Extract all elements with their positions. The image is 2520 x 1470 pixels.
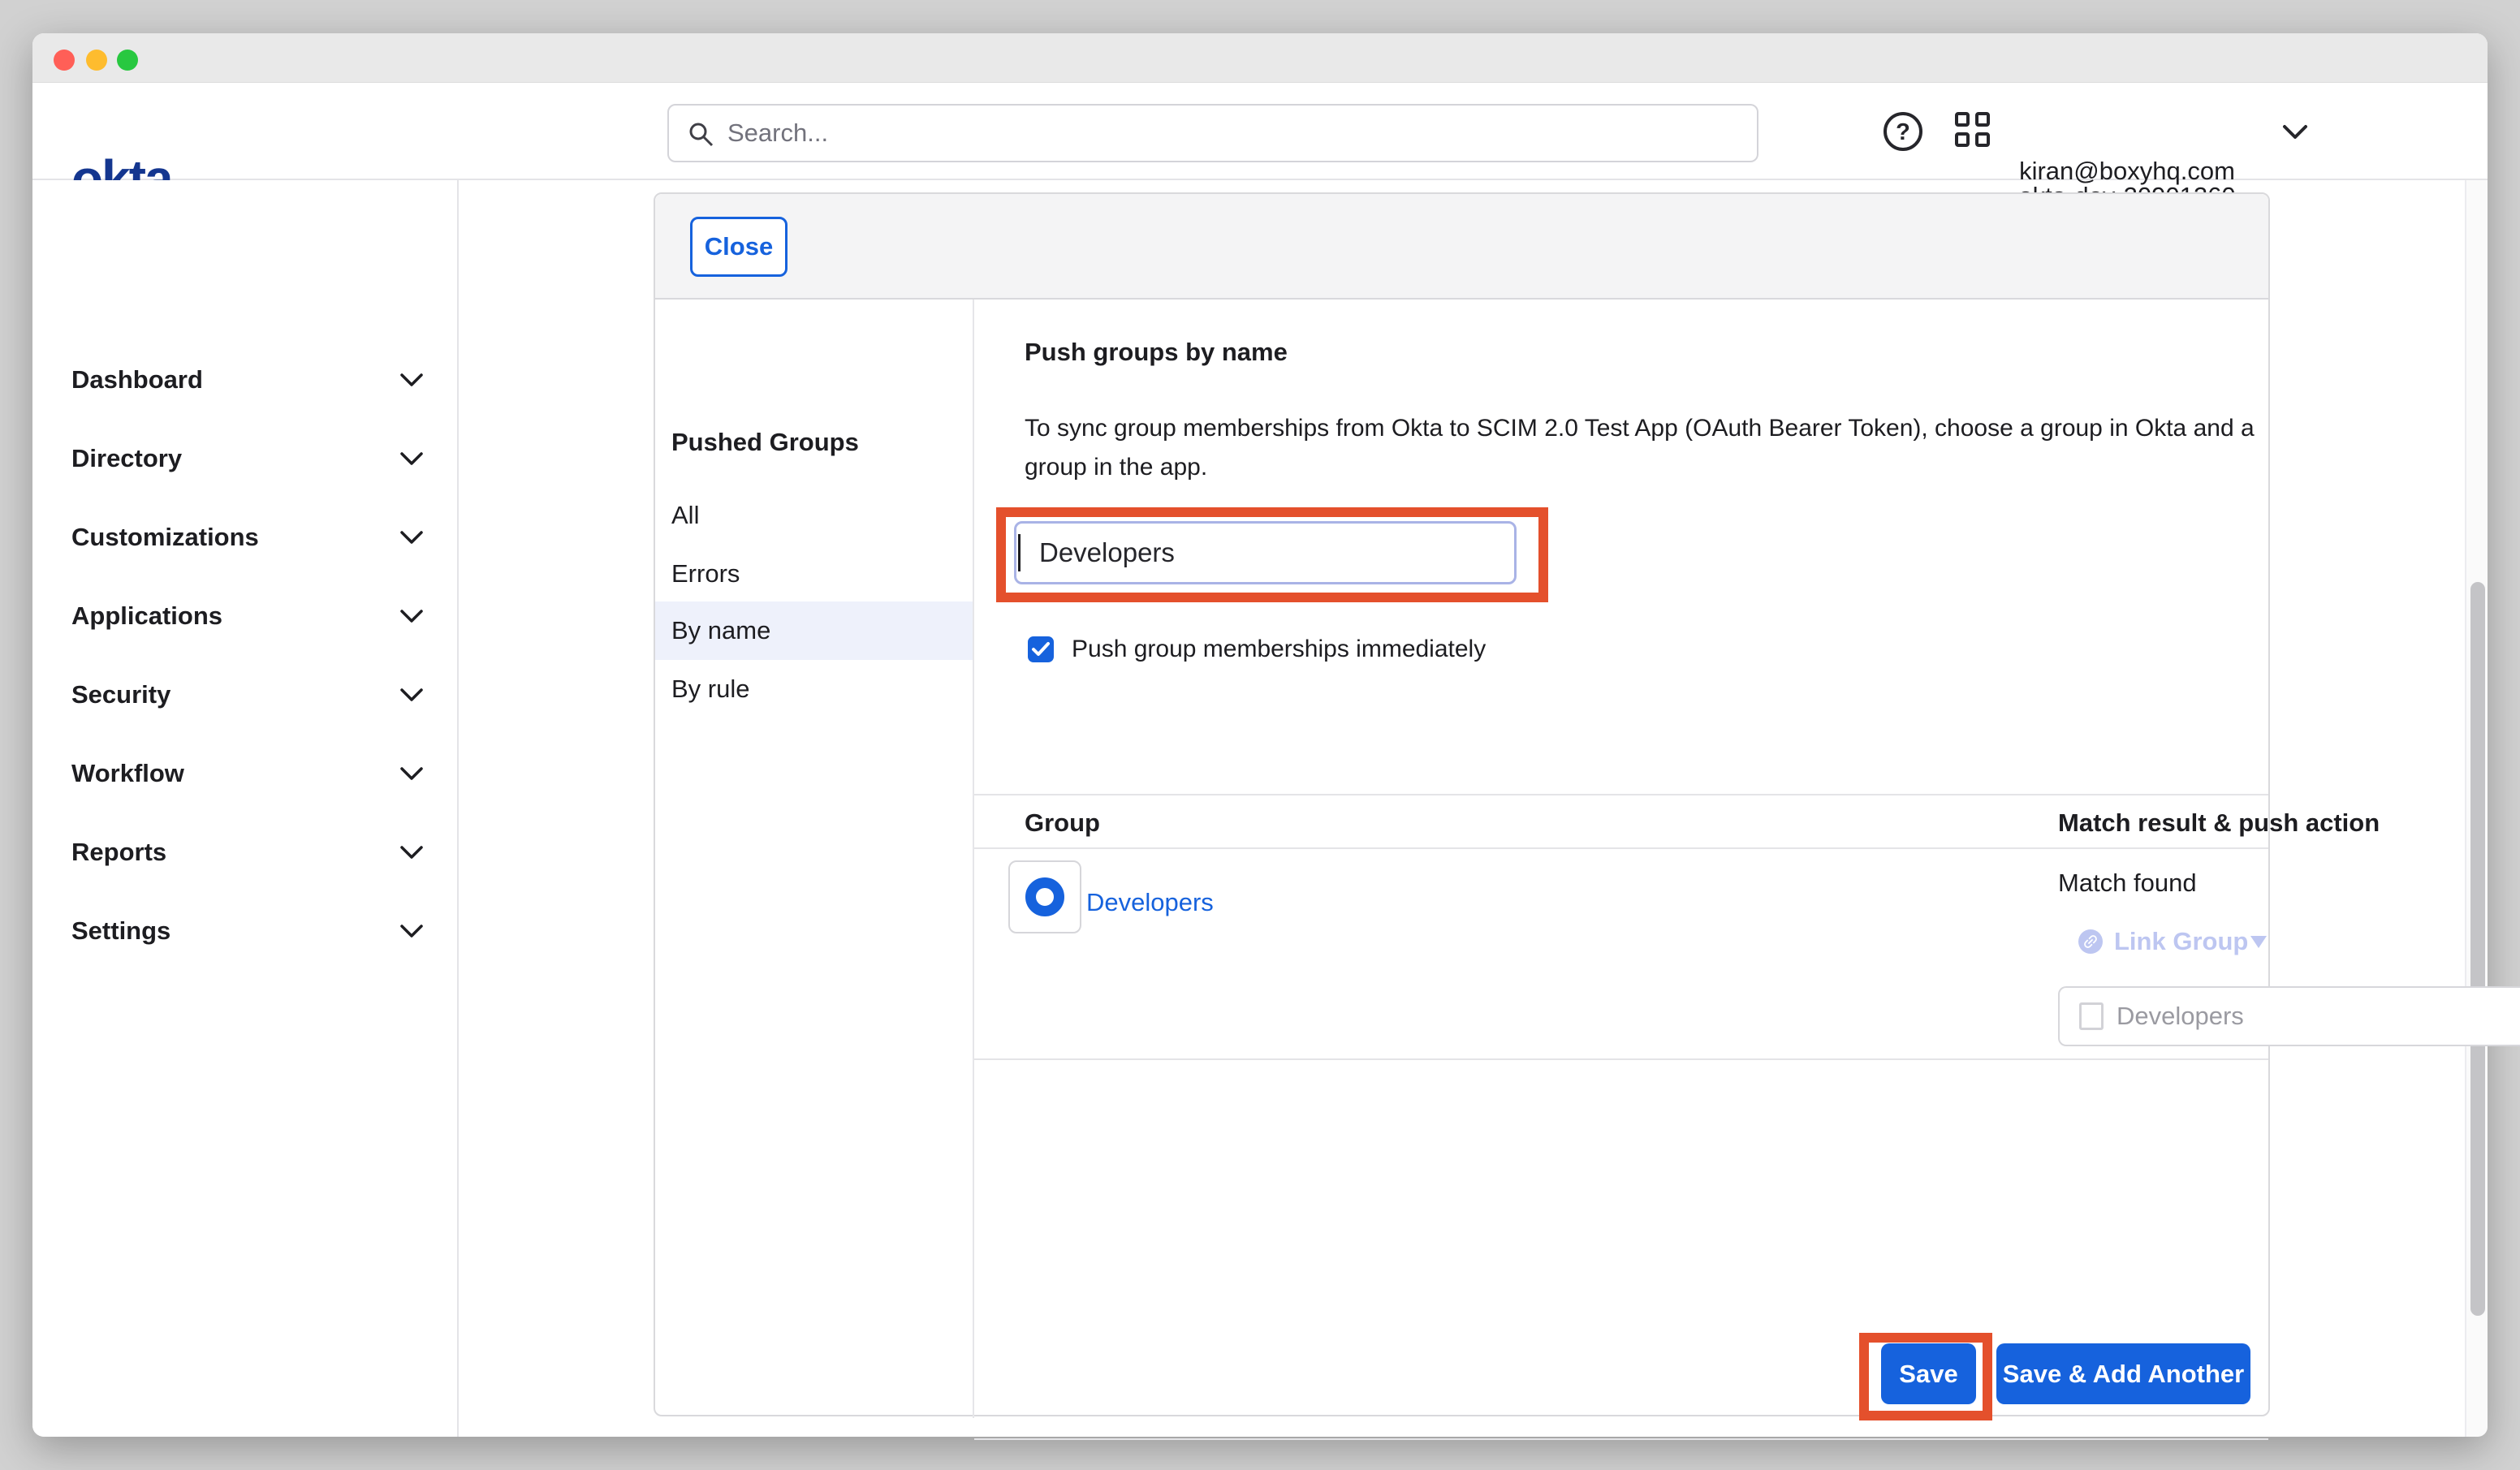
- footer-divider: [974, 1438, 2268, 1440]
- annotation-box-save-button: [1859, 1333, 1992, 1420]
- app-header: okta ? kiran@boxyhq.com okta-dev-2090126…: [32, 83, 2488, 180]
- chevron-down-icon: [399, 451, 424, 466]
- maximize-window-icon[interactable]: [117, 50, 138, 71]
- link-icon: [2078, 929, 2103, 954]
- section-divider: [974, 794, 2268, 795]
- close-window-icon[interactable]: [54, 50, 75, 71]
- group-name-link[interactable]: Developers: [1086, 888, 1214, 917]
- target-group-value: Developers: [2117, 1002, 2244, 1031]
- minimize-window-icon[interactable]: [86, 50, 107, 71]
- checkmark-icon: [1031, 640, 1051, 658]
- subnav-item-errors[interactable]: Errors: [655, 545, 973, 603]
- chevron-down-icon: [399, 845, 424, 860]
- chevron-down-icon: [399, 530, 424, 545]
- pushed-groups-subnav: Pushed Groups All Errors By name By rule: [655, 300, 974, 1418]
- sidebar-item-dashboard[interactable]: Dashboard: [32, 340, 459, 419]
- push-immediately-checkbox[interactable]: [1028, 636, 1054, 662]
- help-icon[interactable]: ?: [1884, 112, 1922, 151]
- sidebar-item-applications[interactable]: Applications: [32, 576, 459, 655]
- search-icon: [687, 120, 716, 149]
- sidebar-item-settings[interactable]: Settings: [32, 891, 459, 970]
- chevron-down-icon: [399, 609, 424, 623]
- group-circle-icon: [1025, 877, 1064, 916]
- push-groups-panel: Close Pushed Groups All Errors By name B…: [654, 192, 2270, 1416]
- group-avatar: [1008, 860, 1081, 933]
- annotation-box-group-input: [996, 507, 1548, 602]
- table-header-divider: [974, 847, 2268, 849]
- chevron-down-icon: [399, 373, 424, 387]
- column-header-match: Match result & push action: [2058, 808, 2380, 838]
- scrollbar-thumb[interactable]: [2470, 582, 2485, 1316]
- sidebar-item-customizations[interactable]: Customizations: [32, 498, 459, 576]
- sidebar-item-workflow[interactable]: Workflow: [32, 734, 459, 813]
- content-title: Push groups by name: [1025, 338, 1288, 367]
- column-header-group: Group: [1025, 808, 1100, 838]
- table-row-divider: [974, 1058, 2268, 1060]
- chevron-down-icon: [399, 924, 424, 938]
- window-titlebar: [32, 33, 2488, 83]
- chevron-down-icon[interactable]: [2281, 123, 2309, 141]
- link-group-label: Link Group: [2114, 927, 2248, 956]
- subnav-item-by-rule[interactable]: By rule: [655, 660, 973, 718]
- push-groups-content: Push groups by name To sync group member…: [974, 300, 2270, 1418]
- panel-toolbar: Close: [655, 194, 2268, 300]
- scrollbar-track[interactable]: [2465, 180, 2488, 1437]
- sidebar-item-directory[interactable]: Directory: [32, 419, 459, 498]
- chevron-down-icon: [399, 688, 424, 702]
- sidebar-item-security[interactable]: Security: [32, 655, 459, 734]
- app-window: okta ? kiran@boxyhq.com okta-dev-2090126…: [32, 33, 2488, 1437]
- save-and-add-another-button[interactable]: Save & Add Another: [1996, 1343, 2250, 1404]
- group-placeholder-icon: [2079, 1002, 2104, 1030]
- global-search[interactable]: [667, 104, 1758, 162]
- chevron-down-icon: [399, 766, 424, 781]
- content-description-line2: group in the app.: [1025, 454, 1207, 481]
- sidebar-nav: Dashboard Directory Customizations Appli…: [32, 180, 459, 1437]
- search-input[interactable]: [727, 106, 1734, 161]
- chevron-down-icon: [2250, 936, 2267, 948]
- user-account-menu[interactable]: kiran@boxyhq.com okta-dev-20901260: [1981, 83, 2273, 180]
- sidebar-item-reports[interactable]: Reports: [32, 813, 459, 891]
- push-immediately-label: Push group memberships immediately: [1072, 636, 1486, 663]
- subnav-item-all[interactable]: All: [655, 486, 973, 545]
- subnav-item-by-name[interactable]: By name: [655, 601, 973, 660]
- match-status: Match found: [2058, 869, 2197, 898]
- target-group-select[interactable]: Developers: [2058, 986, 2520, 1046]
- content-description-line1: To sync group memberships from Okta to S…: [1025, 415, 2255, 442]
- close-button[interactable]: Close: [690, 217, 788, 277]
- subnav-title: Pushed Groups: [671, 428, 859, 457]
